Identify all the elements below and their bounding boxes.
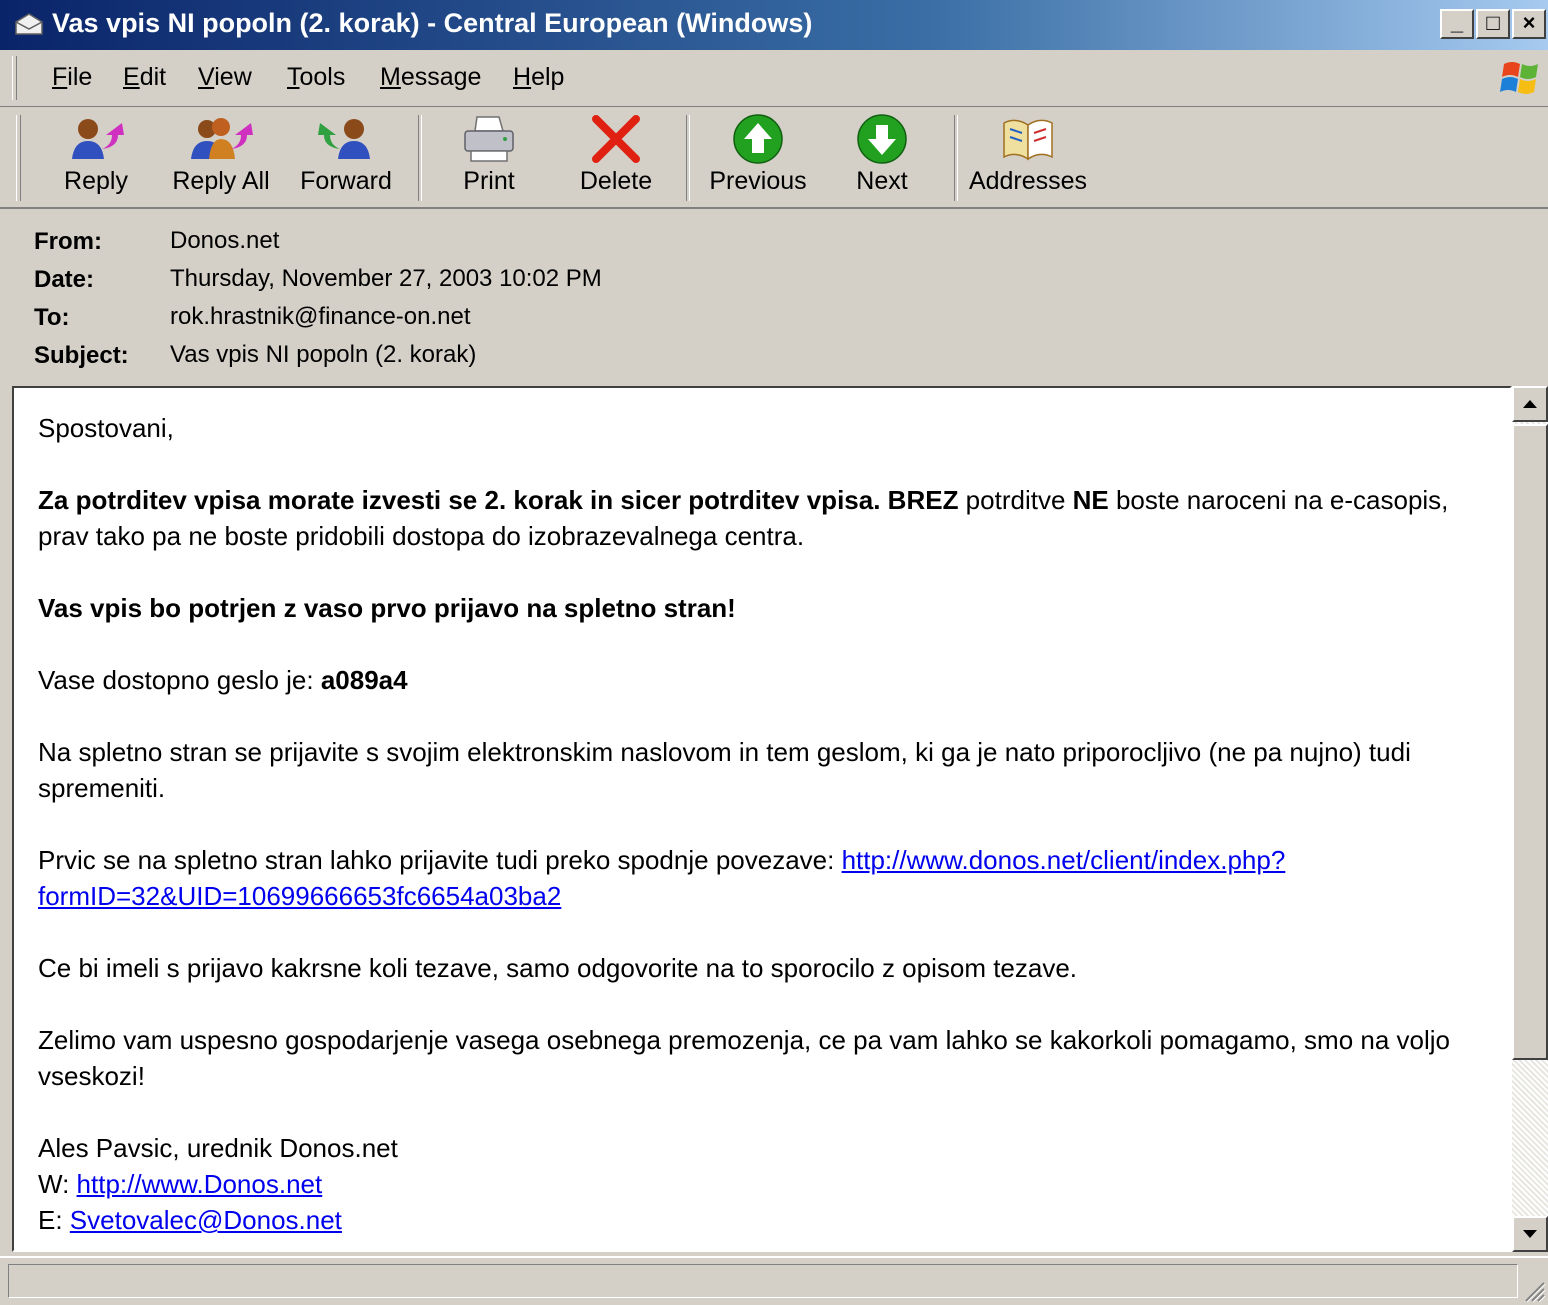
subject-label: Subject: bbox=[34, 342, 129, 369]
brez-bold-text: BREZ bbox=[887, 485, 959, 515]
next-label: Next bbox=[856, 167, 908, 195]
paragraph-password: Vase dostopno geslo je: a089a4 bbox=[38, 662, 1498, 698]
menu-grip[interactable] bbox=[12, 56, 17, 100]
signature-web-label: W: bbox=[38, 1169, 77, 1199]
menu-view[interactable]: View bbox=[198, 63, 252, 92]
scroll-down-button[interactable] bbox=[1512, 1216, 1548, 1252]
status-cell bbox=[8, 1264, 1518, 1298]
reply-label: Reply bbox=[64, 167, 128, 195]
to-value: rok.hrastnik@finance-on.net bbox=[170, 303, 471, 330]
paragraph-problems: Ce bi imeli s prijavo kakrsne koli tezav… bbox=[38, 953, 1078, 983]
forward-icon bbox=[318, 119, 370, 159]
toolbar-separator bbox=[686, 115, 690, 201]
maximize-button[interactable]: □ bbox=[1476, 9, 1510, 39]
password-text: Vase dostopno geslo je: bbox=[38, 665, 321, 695]
address-book-icon bbox=[1003, 119, 1053, 161]
scroll-up-arrow-icon bbox=[1523, 400, 1537, 408]
signature-email-link[interactable]: Svetovalec@Donos.net bbox=[70, 1205, 342, 1235]
reply-icon bbox=[72, 119, 124, 159]
ne-bold-text: NE bbox=[1072, 485, 1109, 515]
print-label: Print bbox=[463, 167, 515, 195]
message-content: Spostovani, Za potrditev vpisa morate iz… bbox=[38, 410, 1498, 1238]
envelope-icon bbox=[15, 13, 43, 35]
password-value: a089a4 bbox=[320, 665, 408, 695]
scroll-down-arrow-icon bbox=[1523, 1230, 1537, 1238]
signature: Ales Pavsic, urednik Donos.net W: http:/… bbox=[38, 1130, 1498, 1238]
message-body[interactable]: Spostovani, Za potrditev vpisa morate iz… bbox=[12, 386, 1512, 1252]
subject-value: Vas vpis NI popoln (2. korak) bbox=[170, 341, 477, 368]
status-bar bbox=[0, 1256, 1548, 1305]
window-title: Vas vpis NI popoln (2. korak) - Central … bbox=[52, 8, 813, 38]
date-value: Thursday, November 27, 2003 10:02 PM bbox=[170, 265, 602, 292]
delete-x-icon bbox=[592, 115, 640, 163]
delete-button[interactable]: Delete bbox=[568, 113, 664, 203]
windows-logo-icon bbox=[1500, 62, 1538, 94]
signature-name: Ales Pavsic, urednik Donos.net bbox=[38, 1133, 398, 1163]
to-label: To: bbox=[34, 304, 70, 331]
printer-icon bbox=[464, 116, 514, 162]
paragraph-closing: Zelimo vam uspesno gospodarjenje vasega … bbox=[38, 1025, 1451, 1091]
paragraph-login: Na spletno stran se prijavite s svojim e… bbox=[38, 737, 1411, 803]
up-arrow-icon bbox=[733, 114, 783, 164]
menu-message[interactable]: Message bbox=[380, 63, 481, 92]
date-label: Date: bbox=[34, 266, 95, 293]
from-label: From: bbox=[34, 228, 102, 255]
menu-bar: File Edit View Tools Message Help bbox=[0, 50, 1548, 107]
minimize-button[interactable]: _ bbox=[1440, 9, 1474, 39]
down-arrow-icon bbox=[857, 114, 907, 164]
delete-label: Delete bbox=[579, 167, 653, 195]
signature-web: W: http://www.Donos.net bbox=[38, 1166, 1498, 1202]
toolbar-separator bbox=[418, 115, 422, 201]
addresses-button[interactable]: Addresses bbox=[968, 113, 1088, 203]
menu-help[interactable]: Help bbox=[513, 63, 564, 92]
p1-mid-text: potrditve bbox=[958, 485, 1073, 515]
reply-all-label: Reply All bbox=[172, 167, 270, 195]
link-intro-text: Prvic se na spletno stran lahko prijavit… bbox=[38, 845, 842, 875]
notice-bold-text: Vas vpis bo potrjen z vaso prvo prijavo … bbox=[38, 593, 736, 623]
confirm-bold-text: Za potrditev vpisa morate izvesti se 2. … bbox=[38, 485, 881, 515]
forward-label: Forward bbox=[300, 167, 392, 195]
greeting: Spostovani, bbox=[38, 413, 174, 443]
toolbar-grip[interactable] bbox=[16, 115, 21, 201]
reply-button[interactable]: Reply bbox=[46, 113, 146, 203]
scrollbar-thumb[interactable] bbox=[1512, 424, 1548, 1060]
menu-file[interactable]: File bbox=[52, 63, 92, 92]
toolbar-separator bbox=[954, 115, 958, 201]
print-button[interactable]: Print bbox=[444, 113, 534, 203]
addresses-label: Addresses bbox=[968, 167, 1088, 195]
signature-web-link[interactable]: http://www.Donos.net bbox=[77, 1169, 323, 1199]
reply-all-button[interactable]: Reply All bbox=[166, 113, 276, 203]
menu-tools[interactable]: Tools bbox=[287, 63, 345, 92]
scroll-up-button[interactable] bbox=[1512, 386, 1548, 422]
from-value: Donos.net bbox=[170, 227, 280, 254]
reply-all-icon bbox=[191, 118, 253, 159]
resize-grip-icon[interactable] bbox=[1520, 1277, 1546, 1303]
previous-button[interactable]: Previous bbox=[708, 113, 808, 203]
title-bar[interactable]: Vas vpis NI popoln (2. korak) - Central … bbox=[0, 0, 1548, 50]
message-headers: From: Donos.net Date: Thursday, November… bbox=[0, 212, 1548, 384]
toolbar: Reply Reply All Forward Print Delete Pre… bbox=[0, 107, 1548, 209]
menu-edit[interactable]: Edit bbox=[123, 63, 166, 92]
paragraph-link: Prvic se na spletno stran lahko prijavit… bbox=[38, 842, 1498, 914]
forward-button[interactable]: Forward bbox=[296, 113, 396, 203]
paragraph-confirm: Za potrditev vpisa morate izvesti se 2. … bbox=[38, 482, 1498, 554]
vertical-scrollbar[interactable] bbox=[1512, 386, 1548, 1252]
signature-email-label: E: bbox=[38, 1205, 70, 1235]
close-button[interactable]: × bbox=[1512, 9, 1546, 39]
signature-email: E: Svetovalec@Donos.net bbox=[38, 1202, 1498, 1238]
next-button[interactable]: Next bbox=[842, 113, 922, 203]
paragraph-notice: Vas vpis bo potrjen z vaso prvo prijavo … bbox=[38, 590, 1498, 626]
previous-label: Previous bbox=[709, 167, 807, 195]
